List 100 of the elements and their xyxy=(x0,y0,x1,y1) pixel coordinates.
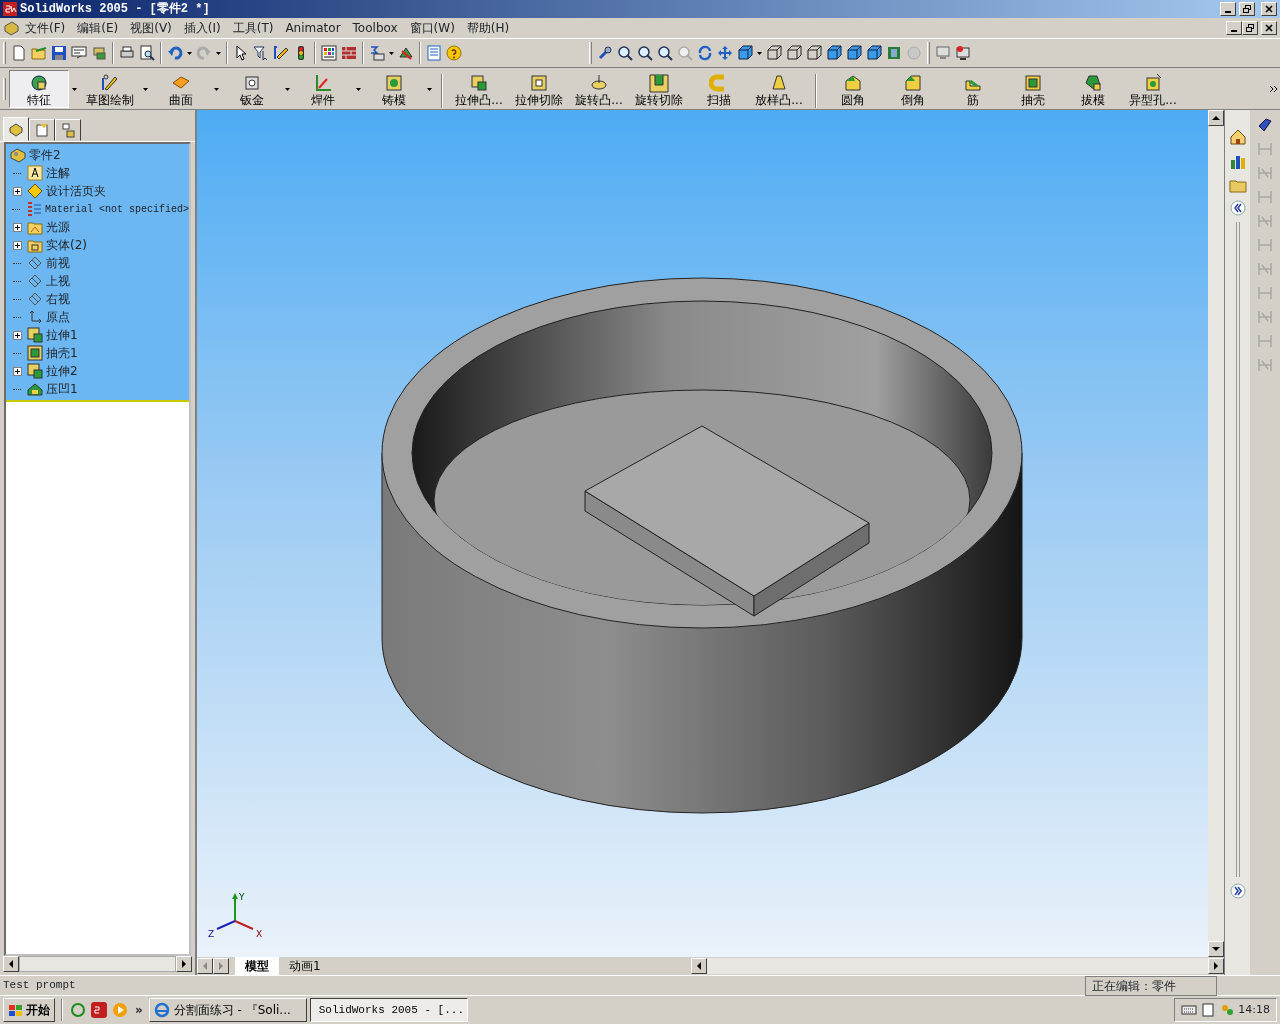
close-button[interactable] xyxy=(1261,21,1277,35)
panel-tab[interactable] xyxy=(3,117,29,141)
menu-item[interactable]: 帮助(H) xyxy=(460,18,516,38)
app-logo-icon[interactable] xyxy=(90,1001,108,1019)
blocks-icon[interactable] xyxy=(91,45,107,61)
menu-item[interactable]: 文件(F) xyxy=(19,18,72,38)
scroll-left-button[interactable] xyxy=(3,956,19,972)
zoom-window-icon[interactable] xyxy=(637,45,653,61)
minimize-button[interactable] xyxy=(1220,2,1236,16)
scroll-left-button[interactable] xyxy=(690,958,707,974)
tree-item[interactable]: 抽壳1 xyxy=(24,344,78,362)
menu-item[interactable]: 编辑(E) xyxy=(71,18,125,38)
toolbar-button[interactable]: 倒角 xyxy=(884,69,942,108)
start-button[interactable]: 开始 xyxy=(3,998,55,1022)
shaded-cube-icon[interactable] xyxy=(866,45,882,61)
tree-item[interactable]: 拉伸1 xyxy=(24,326,78,344)
pan-icon[interactable] xyxy=(717,45,733,61)
open-folder-icon[interactable] xyxy=(31,45,47,61)
tree-item[interactable]: 实体(2) xyxy=(24,236,87,254)
close-button[interactable] xyxy=(1261,2,1277,16)
print-icon[interactable] xyxy=(119,45,135,61)
brick-wall-icon[interactable] xyxy=(341,45,357,61)
menu-item[interactable]: Toolbox xyxy=(346,18,404,38)
help-icon[interactable] xyxy=(446,45,462,61)
new-document-icon[interactable] xyxy=(11,45,27,61)
tree-item[interactable]: 拉伸2 xyxy=(24,362,78,380)
monitor-icon[interactable] xyxy=(955,45,971,61)
toolbar-button[interactable]: 筋 xyxy=(944,69,1002,108)
expand-toggle[interactable] xyxy=(12,186,22,196)
taskbar-button[interactable]: 分割面练习 - 『Soli... xyxy=(148,998,307,1022)
tree-item[interactable]: 光源 xyxy=(24,218,70,236)
toolbar-button[interactable]: 抽壳 xyxy=(1004,69,1062,108)
toolbar-button[interactable]: 拔模 xyxy=(1064,69,1122,108)
restore-button[interactable] xyxy=(1242,21,1258,35)
view-tab[interactable]: 模型 xyxy=(235,957,279,975)
taskbar-button[interactable]: SolidWorks 2005 - [... xyxy=(309,998,468,1022)
tree-item[interactable]: 上视 xyxy=(24,272,70,290)
menu-item[interactable]: 视图(V) xyxy=(124,18,178,38)
toolbar-button[interactable]: 焊件 xyxy=(293,69,353,108)
toolbar-button[interactable]: 旋转凸... xyxy=(570,69,628,108)
toolbar-button[interactable]: 扫描 xyxy=(690,69,748,108)
tree-item[interactable]: 零件2 xyxy=(10,146,189,164)
save-icon[interactable] xyxy=(51,45,67,61)
tree-item[interactable]: 原点 xyxy=(24,308,70,326)
toolbar-button[interactable]: 曲面 xyxy=(151,69,211,108)
wireframe-cube-icon[interactable] xyxy=(806,45,822,61)
cube-icon[interactable] xyxy=(737,45,753,61)
toolbar-button[interactable]: 钣金 xyxy=(222,69,282,108)
cursor-icon[interactable] xyxy=(233,45,249,61)
view-tab[interactable]: 动画1 xyxy=(279,957,331,975)
wireframe-cube-icon[interactable] xyxy=(786,45,802,61)
tree-item[interactable]: 右视 xyxy=(24,290,70,308)
pin-icon[interactable] xyxy=(597,45,613,61)
expand-icon[interactable] xyxy=(1229,883,1246,899)
more-icon[interactable] xyxy=(1269,84,1278,93)
sigma-icon[interactable] xyxy=(369,45,385,61)
toolbar-button[interactable]: 异型孔... xyxy=(1124,69,1182,108)
zoom-to-fit-icon[interactable] xyxy=(617,45,633,61)
toolbar-button[interactable]: 铸模 xyxy=(364,69,424,108)
scroll-up-button[interactable] xyxy=(1208,110,1224,126)
toolbar-button[interactable]: 拉伸凸... xyxy=(450,69,508,108)
keyboard-icon[interactable] xyxy=(1181,1002,1198,1018)
tab-scroll-left-button[interactable] xyxy=(197,958,213,974)
expand-toggle[interactable] xyxy=(12,366,22,376)
tab-scroll-right-button[interactable] xyxy=(213,958,229,974)
zoom-in-icon[interactable] xyxy=(657,45,673,61)
rotate-icon[interactable] xyxy=(697,45,713,61)
more-button[interactable]: » xyxy=(132,1001,146,1019)
shaded-cube-icon[interactable] xyxy=(826,45,842,61)
menu-item[interactable]: Animator xyxy=(279,18,347,38)
tree-item[interactable]: 压凹1 xyxy=(24,380,78,398)
toolbar-button[interactable]: 特征 xyxy=(9,69,69,108)
filter-icon[interactable] xyxy=(253,45,269,61)
minimize-button[interactable] xyxy=(1226,21,1242,35)
scroll-right-button[interactable] xyxy=(176,956,192,972)
toolbar-button[interactable]: 拉伸切除 xyxy=(510,69,568,108)
panel-tab[interactable] xyxy=(55,119,81,141)
tree-item[interactable]: Material <not specified> xyxy=(22,200,189,218)
sketch-icon[interactable] xyxy=(273,45,289,61)
drawing-sheet-icon[interactable] xyxy=(71,45,87,61)
toolbar-button[interactable]: 旋转切除 xyxy=(630,69,688,108)
scroll-down-button[interactable] xyxy=(1208,941,1224,957)
menu-item[interactable]: 窗口(W) xyxy=(403,18,461,38)
scroll-right-button[interactable] xyxy=(1208,958,1224,974)
list-icon[interactable] xyxy=(426,45,442,61)
print-preview-icon[interactable] xyxy=(139,45,155,61)
tag-icon[interactable] xyxy=(1256,116,1274,134)
collapse-icon[interactable] xyxy=(1229,200,1246,216)
tree-item[interactable]: 设计活页夹 xyxy=(24,182,106,200)
wireframe-cube-icon[interactable] xyxy=(766,45,782,61)
home-icon[interactable] xyxy=(1228,128,1247,146)
toolbar-button[interactable]: 放样凸... xyxy=(750,69,808,108)
toolbar-button[interactable]: 圆角 xyxy=(824,69,882,108)
shaded-cube-icon[interactable] xyxy=(846,45,862,61)
toolbar-button[interactable]: 草图绘制 xyxy=(80,69,140,108)
tree-item[interactable]: 前视 xyxy=(24,254,70,272)
part-document-icon[interactable] xyxy=(3,20,19,36)
menu-item[interactable]: 工具(T) xyxy=(226,18,280,38)
restore-button[interactable] xyxy=(1239,2,1255,16)
menu-item[interactable]: 插入(I) xyxy=(177,18,227,38)
